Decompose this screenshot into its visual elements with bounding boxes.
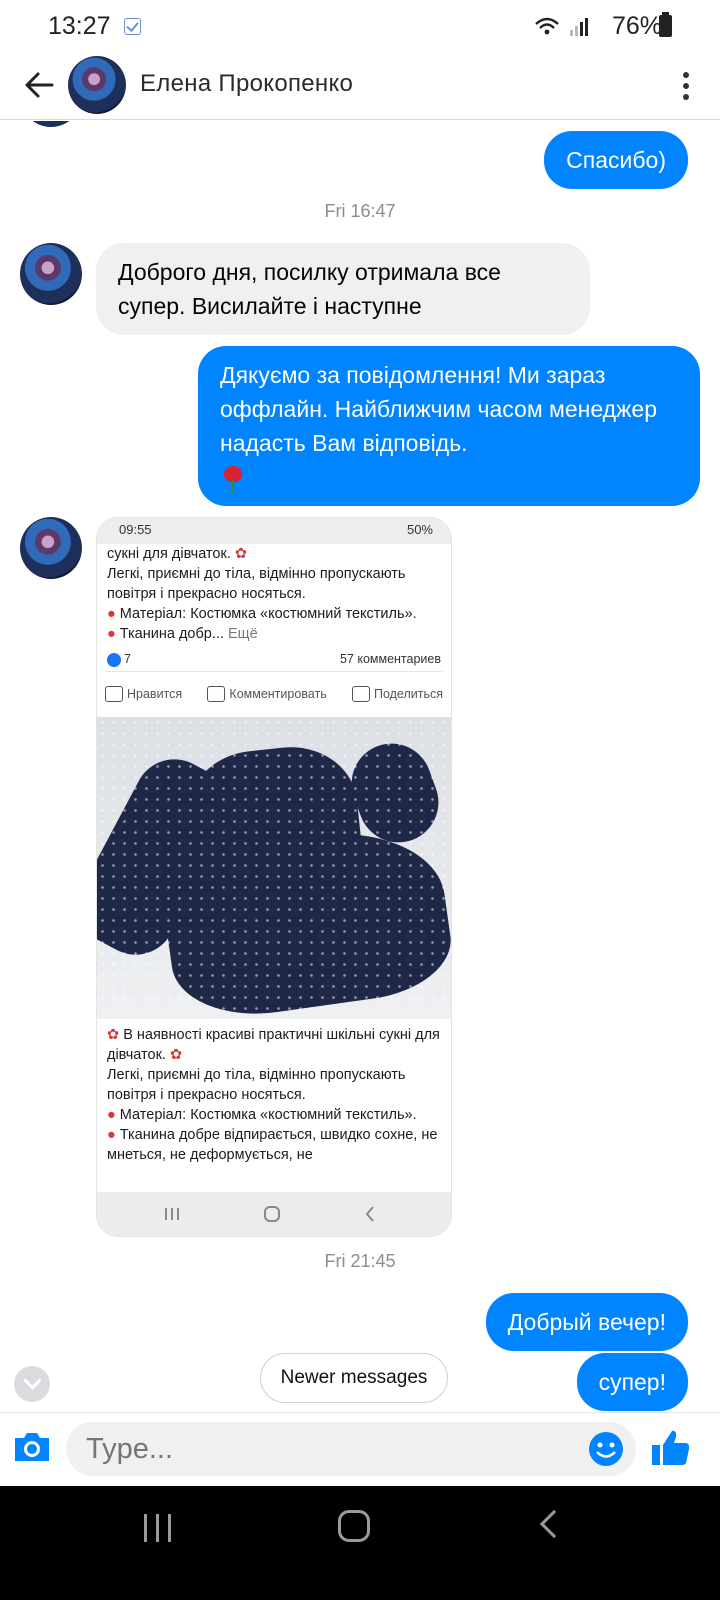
scroll-down-icon[interactable]: [14, 1366, 50, 1402]
post-text-bottom: ✿ В наявності красиві практичні шкільні …: [107, 1026, 440, 1163]
contact-avatar[interactable]: [68, 56, 126, 114]
status-bar: 13:27 76%: [0, 0, 720, 52]
thumbs-up-icon: [105, 686, 123, 703]
message-text: Дякуємо за повідомлення! Ми зараз оффлай…: [220, 362, 657, 456]
back-icon[interactable]: [539, 1509, 569, 1539]
image-battery: 50%: [406, 522, 433, 537]
post-actions: Нравится Комментировать Поделиться: [105, 670, 443, 717]
status-time: 13:27: [48, 12, 111, 40]
rose-icon: [220, 464, 246, 494]
comment-icon: [207, 686, 226, 703]
battery-percent: 76%: [611, 12, 662, 40]
home-icon[interactable]: [338, 1510, 370, 1542]
outgoing-message[interactable]: супер!: [576, 1353, 688, 1411]
notification-icon: [124, 18, 141, 35]
contact-name[interactable]: Елена Прокопенко: [140, 70, 353, 98]
signal-icon: [535, 17, 588, 36]
like-reaction-icon: [107, 652, 121, 667]
outgoing-message[interactable]: Спасибо): [544, 131, 688, 189]
timestamp: Fri 21:45: [324, 1251, 396, 1271]
message-input[interactable]: [66, 1422, 636, 1476]
image-time: 09:55: [119, 522, 152, 537]
share-icon: [351, 686, 370, 703]
message-composer: [0, 1412, 720, 1486]
chat-header: Елена Прокопенко: [0, 52, 720, 120]
battery-icon: [659, 12, 672, 37]
contact-avatar: [20, 121, 82, 127]
outgoing-message[interactable]: Добрый вечер!: [485, 1293, 688, 1351]
contact-avatar[interactable]: [20, 517, 82, 579]
thumbs-up-icon[interactable]: [650, 1427, 692, 1469]
outgoing-message[interactable]: Дякуємо за повідомлення! Ми зараз оффлай…: [198, 346, 700, 506]
timestamp: Fri 16:47: [324, 201, 396, 221]
post-counts: 7 57 комментариев: [97, 644, 451, 671]
contact-avatar[interactable]: [20, 243, 82, 305]
back-arrow-icon[interactable]: [22, 68, 56, 102]
image-nav-bar: [97, 1192, 451, 1236]
newer-messages-button[interactable]: Newer messages: [260, 1353, 448, 1403]
incoming-message[interactable]: Доброго дня, посилку отримала все супер.…: [96, 243, 590, 335]
post-text-top: сукні для дівчаток. ✿ Легкі, приємні до …: [107, 546, 417, 642]
system-nav-bar: [0, 1486, 720, 1600]
image-status-bar: 09:55 50%: [97, 518, 451, 544]
camera-icon[interactable]: [12, 1430, 52, 1464]
emoji-icon[interactable]: [588, 1431, 624, 1467]
shared-image[interactable]: 09:55 50% сукні для дівчаток. ✿ Легкі, п…: [96, 517, 452, 1237]
message-list[interactable]: Спасибо) Fri 16:47 Доброго дня, посилку …: [0, 121, 720, 1441]
dress-photo: [97, 716, 451, 1019]
recents-icon[interactable]: [144, 1514, 174, 1542]
more-options-icon[interactable]: [682, 72, 690, 102]
